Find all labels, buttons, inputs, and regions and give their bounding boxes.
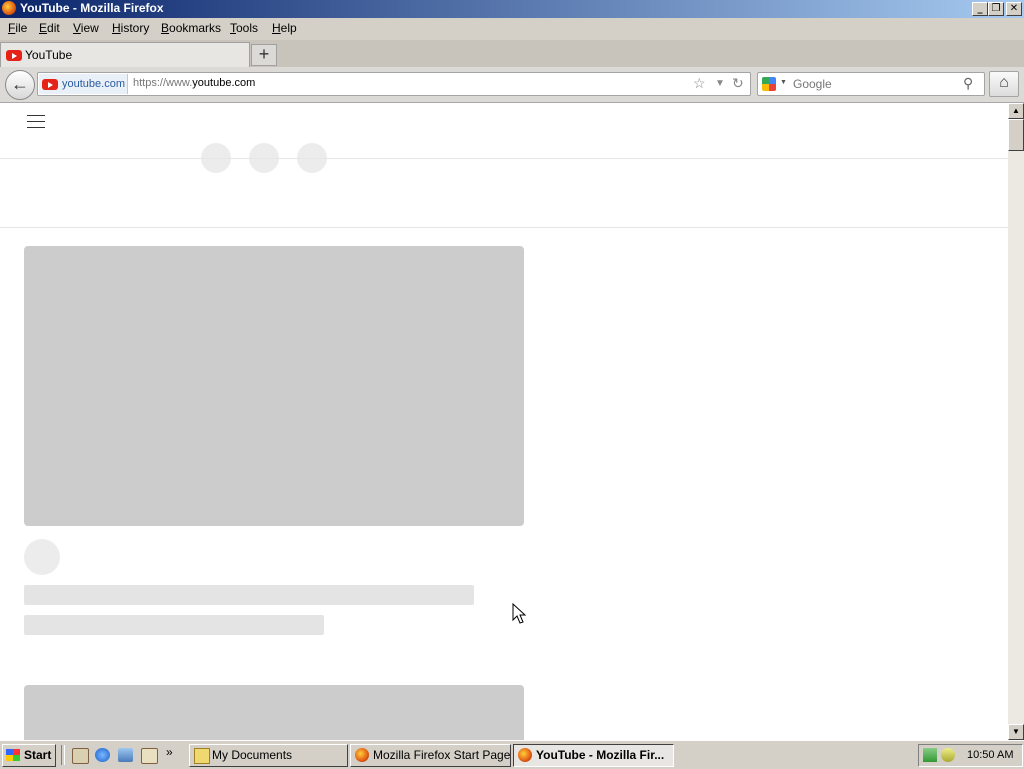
task-label: YouTube - Mozilla Fir... — [536, 748, 665, 762]
back-arrow-icon: ← — [11, 74, 29, 94]
network-icon[interactable] — [923, 748, 937, 762]
minimize-button[interactable]: _ — [972, 2, 988, 16]
task-label: Mozilla Firefox Start Page -... — [373, 748, 511, 762]
window-title: YouTube - Mozilla Firefox — [20, 1, 164, 15]
identity-domain: youtube.com — [62, 78, 125, 90]
restore-button[interactable]: ❐ — [988, 2, 1004, 16]
firefox-icon — [355, 748, 369, 762]
menu-tools[interactable]: Tools — [230, 21, 258, 35]
tab-strip: YouTube + — [0, 40, 1024, 68]
youtube-favicon-icon — [42, 79, 58, 90]
star-icon[interactable]: ☆ — [693, 75, 706, 92]
close-button[interactable]: ✕ — [1006, 2, 1022, 16]
menu-bar: File Edit View History Bookmarks Tools H… — [0, 18, 1024, 40]
magnifier-icon[interactable]: ⚲ — [963, 75, 973, 92]
header-divider — [0, 158, 1008, 159]
system-tray: 10:50 AM — [918, 744, 1023, 767]
back-button[interactable]: ← — [5, 70, 35, 100]
title-placeholder — [24, 585, 474, 605]
outlook-express-icon[interactable] — [118, 748, 133, 762]
vertical-scrollbar[interactable]: ▲ ▼ — [1008, 103, 1024, 740]
navigation-bar: ← youtube.com https://www.youtube.com ☆ … — [0, 67, 1024, 103]
security-icon[interactable] — [941, 748, 955, 762]
reload-icon[interactable]: ↻ — [732, 75, 744, 92]
folder-icon — [194, 748, 210, 764]
menu-edit[interactable]: Edit — [39, 21, 60, 35]
task-youtube-firefox[interactable]: YouTube - Mozilla Fir... — [513, 744, 674, 767]
scroll-down-arrow-icon[interactable]: ▼ — [1008, 724, 1024, 740]
url-host: youtube.com — [192, 77, 256, 89]
task-my-documents[interactable]: My Documents — [189, 744, 348, 767]
meta-placeholder — [24, 615, 324, 635]
home-icon: ⌂ — [999, 74, 1009, 91]
menu-help[interactable]: Help — [272, 21, 297, 35]
task-firefox-start-page[interactable]: Mozilla Firefox Start Page -... — [350, 744, 511, 767]
avatar-placeholder — [24, 539, 60, 575]
taskbar: Start » My Documents Mozilla Firefox Sta… — [0, 740, 1024, 769]
scrollbar-thumb[interactable] — [1008, 119, 1024, 151]
tab-label: YouTube — [25, 48, 73, 62]
search-engine-dropdown-icon[interactable]: ▼ — [780, 79, 787, 86]
window-titlebar[interactable]: YouTube - Mozilla Firefox _ ❐ ✕ — [0, 0, 1024, 18]
menu-view[interactable]: View — [73, 21, 99, 35]
media-icon[interactable] — [141, 748, 158, 764]
menu-history[interactable]: History — [112, 21, 149, 35]
google-icon[interactable] — [762, 77, 776, 91]
start-label: Start — [24, 748, 52, 762]
windows-logo-icon — [6, 749, 20, 761]
show-desktop-icon[interactable] — [72, 748, 89, 764]
scroll-up-arrow-icon[interactable]: ▲ — [1008, 103, 1024, 119]
firefox-icon — [518, 748, 532, 762]
search-input[interactable]: Google — [793, 77, 832, 91]
url-prefix: https://www. — [133, 77, 193, 89]
site-identity-button[interactable]: youtube.com — [39, 74, 128, 94]
url-bar[interactable]: youtube.com https://www.youtube.com ☆ ▼ … — [37, 72, 751, 96]
page-content — [0, 103, 1008, 740]
clock[interactable]: 10:50 AM — [967, 749, 1013, 761]
chevron-right-icon[interactable]: » — [166, 745, 173, 759]
tab-youtube[interactable]: YouTube — [0, 42, 250, 67]
mouse-cursor-icon — [512, 603, 527, 624]
internet-explorer-icon[interactable] — [95, 748, 110, 762]
url-text[interactable]: https://www.youtube.com — [133, 77, 255, 89]
hamburger-menu-icon[interactable] — [27, 115, 45, 129]
start-button[interactable]: Start — [2, 744, 56, 767]
search-bar[interactable]: ▼ Google ⚲ — [757, 72, 985, 96]
chips-divider — [0, 227, 1008, 228]
video-thumbnail-placeholder — [24, 685, 524, 740]
home-button[interactable]: ⌂ — [989, 71, 1019, 97]
menu-file[interactable]: File — [8, 21, 27, 35]
video-thumbnail-placeholder — [24, 246, 524, 526]
chevron-down-icon[interactable]: ▼ — [715, 78, 725, 89]
youtube-logo-icon — [6, 50, 22, 61]
new-tab-button[interactable]: + — [251, 44, 277, 66]
firefox-icon — [2, 1, 16, 15]
taskbar-separator — [61, 745, 65, 765]
menu-bookmarks[interactable]: Bookmarks — [161, 21, 221, 35]
task-label: My Documents — [212, 748, 293, 762]
